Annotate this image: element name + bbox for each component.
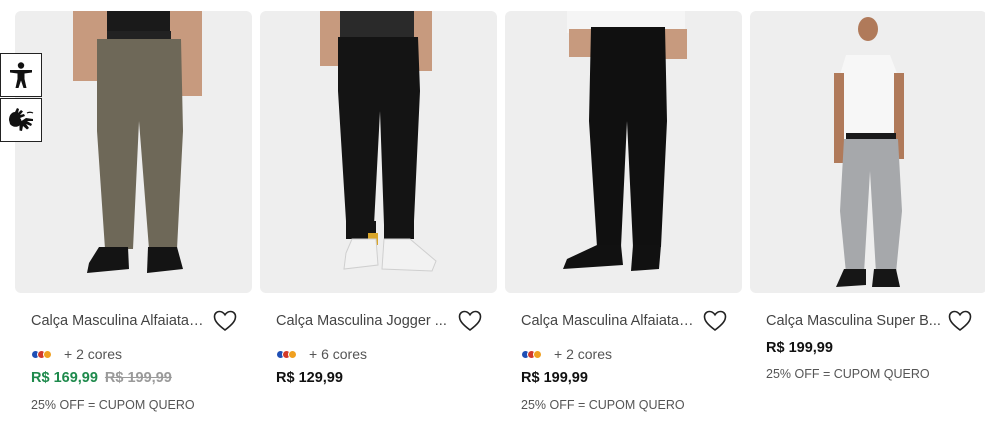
favorite-heart-icon[interactable] xyxy=(212,309,238,333)
sign-language-button[interactable] xyxy=(0,98,42,142)
more-colors-label: + 2 cores xyxy=(554,346,612,362)
coupon-text: 25% OFF = CUPOM QUERO xyxy=(31,398,195,412)
price-row: R$ 199,99 xyxy=(750,339,985,357)
product-image[interactable] xyxy=(260,11,497,293)
price-row: R$ 129,99 xyxy=(260,369,497,387)
accessibility-button[interactable] xyxy=(0,53,42,97)
more-colors-label: + 6 cores xyxy=(309,346,367,362)
product-title[interactable]: Calça Masculina Alfaiatari... xyxy=(521,313,697,329)
favorite-heart-icon[interactable] xyxy=(947,309,973,333)
accessibility-person-icon xyxy=(10,62,32,88)
price: R$ 129,99 xyxy=(276,370,343,386)
coupon-text: 25% OFF = CUPOM QUERO xyxy=(521,398,685,412)
color-options[interactable]: + 6 cores xyxy=(260,345,497,363)
product-grid: Calça Masculina Alfaiatari... + 2 cores … xyxy=(15,11,985,412)
product-image[interactable] xyxy=(15,11,252,293)
color-options[interactable]: + 2 cores xyxy=(505,345,742,363)
sale-price: R$ 169,99 xyxy=(31,370,98,386)
price: R$ 199,99 xyxy=(521,370,588,386)
color-swatches xyxy=(276,349,304,359)
price-row: R$ 199,99 xyxy=(505,369,742,387)
coupon-text: 25% OFF = CUPOM QUERO xyxy=(766,367,930,381)
product-card[interactable]: Calça Masculina Super B... R$ 199,99 25%… xyxy=(750,11,985,412)
color-swatches xyxy=(31,349,59,359)
color-swatch xyxy=(43,349,52,359)
product-card[interactable]: Calça Masculina Jogger ... + 6 cores R$ … xyxy=(260,11,497,412)
sign-language-icon xyxy=(9,108,34,131)
product-title[interactable]: Calça Masculina Super B... xyxy=(766,313,941,329)
color-options[interactable]: + 2 cores xyxy=(15,345,252,363)
color-swatch xyxy=(288,349,297,359)
product-title[interactable]: Calça Masculina Alfaiatari... xyxy=(31,313,207,329)
more-colors-label: + 2 cores xyxy=(64,346,122,362)
price: R$ 199,99 xyxy=(766,340,833,356)
color-swatches xyxy=(521,349,549,359)
price-row: R$ 169,99 R$ 199,99 xyxy=(15,369,252,387)
product-card[interactable]: Calça Masculina Alfaiatari... + 2 cores … xyxy=(505,11,742,412)
product-title[interactable]: Calça Masculina Jogger ... xyxy=(276,313,447,329)
favorite-heart-icon[interactable] xyxy=(702,309,728,333)
product-image[interactable] xyxy=(750,11,985,293)
product-card[interactable]: Calça Masculina Alfaiatari... + 2 cores … xyxy=(15,11,252,412)
original-price: R$ 199,99 xyxy=(104,370,172,386)
color-swatch xyxy=(533,349,542,359)
accessibility-widget xyxy=(0,53,42,142)
favorite-heart-icon[interactable] xyxy=(457,309,483,333)
product-image[interactable] xyxy=(505,11,742,293)
